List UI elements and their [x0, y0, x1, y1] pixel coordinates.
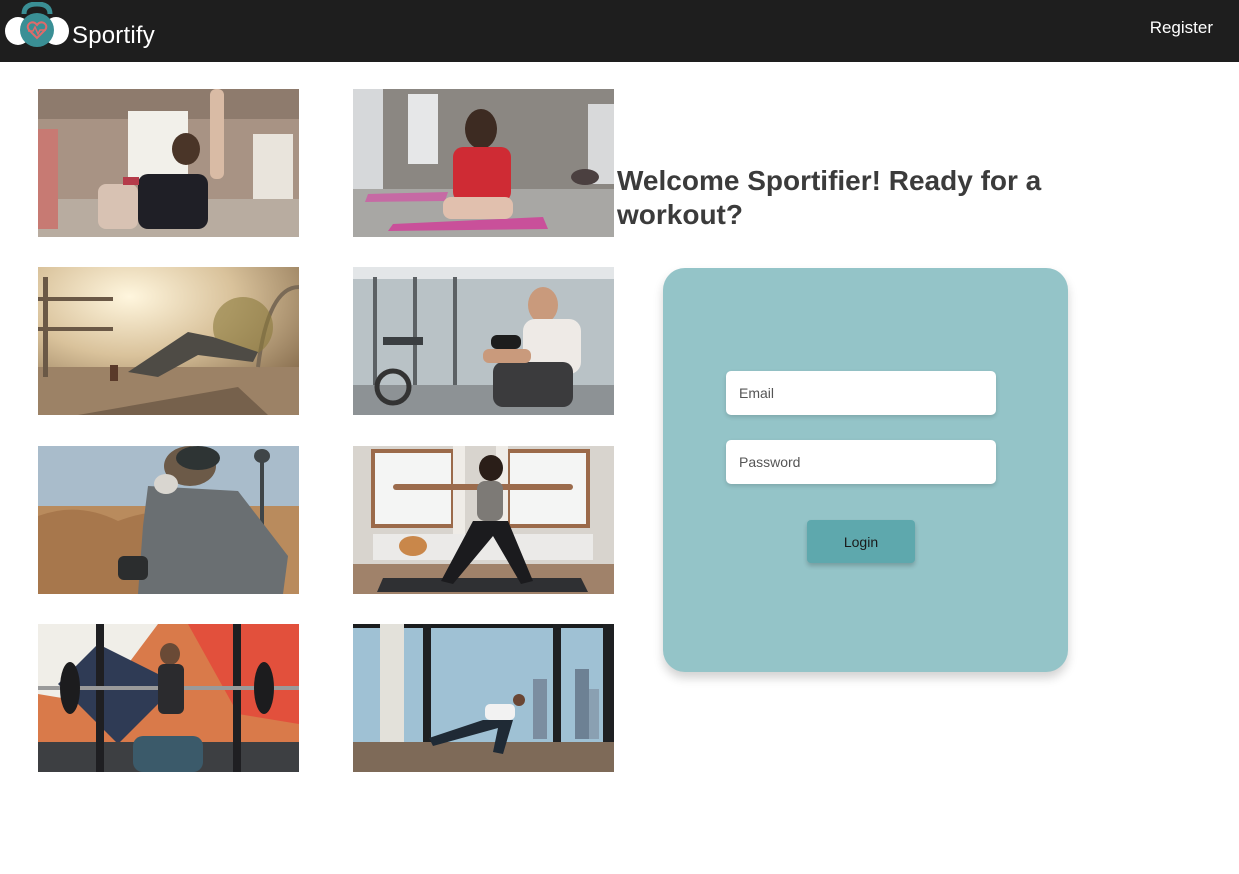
woman-yoga-warrior-pose-photo [353, 446, 614, 594]
woman-plank-yoga-mat-photo [353, 89, 614, 237]
man-dumbbell-curl-gym-photo [353, 267, 614, 415]
password-field[interactable] [726, 440, 996, 484]
login-card: Login [663, 268, 1068, 672]
welcome-heading: Welcome Sportifier! Ready for a workout? [617, 165, 1042, 230]
outdoor-stretching-sunset-photo [38, 267, 299, 415]
bench-press-spotter-photo [38, 624, 299, 772]
women-dumbbell-class-photo [38, 89, 299, 237]
brand-link[interactable]: Sportify [4, 2, 155, 52]
brand-name: Sportify [72, 22, 155, 49]
kettlebell-heart-logo-icon [5, 2, 69, 47]
login-button[interactable]: Login [807, 520, 915, 563]
email-field[interactable] [726, 371, 996, 415]
man-lunge-city-window-photo [353, 624, 614, 772]
register-link[interactable]: Register [1150, 18, 1213, 38]
navbar: Sportify Register [0, 0, 1239, 62]
senior-man-running-field-photo [38, 446, 299, 594]
